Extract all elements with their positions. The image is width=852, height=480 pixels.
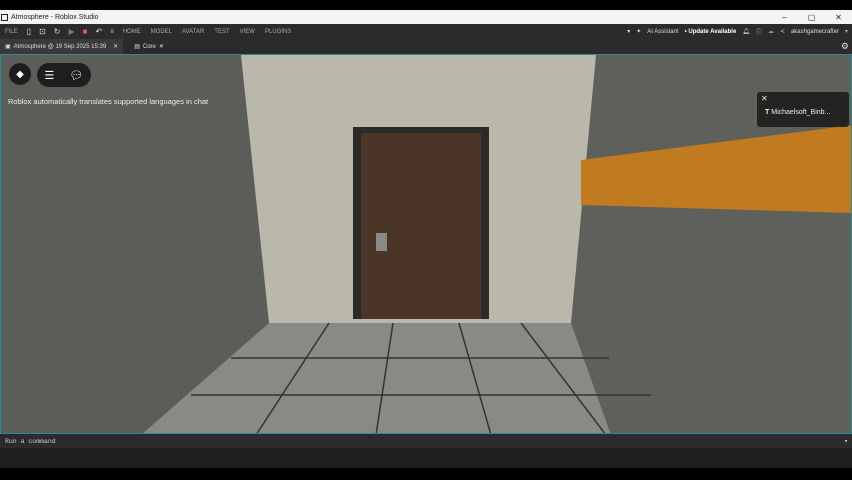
play-icon[interactable]: ▶ bbox=[68, 27, 74, 36]
chat-icon[interactable]: 💬︎ bbox=[69, 69, 83, 82]
script-icon: ▤ bbox=[134, 44, 140, 50]
topbar-pill: ☰ 💬︎ bbox=[37, 63, 91, 87]
tab-core[interactable]: ▤ Core ✕ bbox=[129, 39, 169, 54]
user-chevron-icon[interactable]: ▾ bbox=[845, 28, 848, 35]
menu-plugins[interactable]: PLUGINS bbox=[265, 29, 291, 35]
player-name: Michaelsoft_Binb... bbox=[771, 109, 831, 116]
maximize-button[interactable]: ▢ bbox=[798, 13, 825, 22]
command-bar[interactable]: Run a command ▾ bbox=[0, 434, 852, 448]
menu-home[interactable]: HOME bbox=[123, 29, 141, 35]
update-available-button[interactable]: • Update Available bbox=[685, 29, 737, 35]
game-viewport[interactable]: ◆ ☰ 💬︎ Roblox automatically translates s… bbox=[0, 54, 852, 434]
file-menu[interactable]: FILE bbox=[5, 29, 18, 35]
command-input[interactable]: Run a command bbox=[5, 438, 56, 445]
roblox-logo-icon: ◆ bbox=[16, 68, 24, 80]
menu-view[interactable]: VIEW bbox=[240, 29, 255, 35]
menu-test[interactable]: TEST bbox=[214, 29, 229, 35]
new-file-icon[interactable]: ▯ bbox=[27, 27, 31, 36]
scene-3d bbox=[1, 55, 851, 433]
user-menu[interactable]: akashgamecrafter bbox=[791, 29, 839, 35]
share-icon[interactable]: ≺ bbox=[780, 28, 785, 35]
notification-close-icon[interactable]: ✕ bbox=[761, 94, 768, 103]
ai-sparkle-icon: ✦ bbox=[636, 29, 642, 35]
tab-close-icon[interactable]: ✕ bbox=[113, 43, 118, 50]
door bbox=[361, 133, 481, 319]
command-dropdown-icon[interactable]: ▾ bbox=[844, 437, 852, 445]
notifications-icon[interactable]: 🔔︎ bbox=[742, 28, 750, 35]
tab-label: Atmosphere @ 19 Sep 2025 15:39 bbox=[13, 43, 107, 50]
settings-gear-icon[interactable]: ⚙ bbox=[841, 41, 852, 52]
undo-icon[interactable]: ↶ bbox=[95, 27, 102, 36]
hamburger-menu-icon[interactable]: ☰ bbox=[45, 69, 55, 82]
cloud-icon[interactable]: ☁ bbox=[768, 28, 774, 35]
more-icon[interactable]: ≡ bbox=[110, 29, 114, 35]
open-file-icon[interactable]: ⊡ bbox=[39, 27, 46, 36]
close-button[interactable]: ✕ bbox=[825, 13, 852, 22]
menu-avatar[interactable]: AVATAR bbox=[182, 29, 204, 35]
redo-icon[interactable]: ↻ bbox=[54, 27, 61, 36]
tab-bar: ▣ Atmosphere @ 19 Sep 2025 15:39 ✕ ▤ Cor… bbox=[0, 39, 852, 54]
roblox-studio-logo-icon bbox=[1, 13, 8, 21]
door-handle bbox=[376, 233, 387, 251]
place-icon: ▣ bbox=[5, 44, 11, 50]
tab-atmosphere[interactable]: ▣ Atmosphere @ 19 Sep 2025 15:39 ✕ bbox=[0, 39, 124, 54]
toolbar: FILE ▯ ⊡ ↻ ▶ ■ ↶ ≡ HOME MODEL AVATAR TES… bbox=[0, 24, 852, 39]
chevron-down-icon[interactable]: ▾ bbox=[627, 28, 630, 35]
menu-model[interactable]: MODEL bbox=[151, 29, 172, 35]
minimize-button[interactable]: – bbox=[771, 13, 798, 22]
ai-assistant-button[interactable]: AI Assistant bbox=[647, 29, 678, 35]
help-icon[interactable]: ⓘ bbox=[756, 27, 762, 36]
status-area bbox=[0, 448, 852, 468]
tab-label: Core bbox=[142, 43, 156, 50]
title-bar: Atmosphere - Roblox Studio – ▢ ✕ bbox=[0, 10, 852, 24]
roblox-menu-button[interactable]: ◆ bbox=[9, 63, 31, 85]
chat-translation-notice: Roblox automatically translates supporte… bbox=[8, 97, 209, 106]
tab-close-icon[interactable]: ✕ bbox=[159, 43, 164, 50]
stop-icon[interactable]: ■ bbox=[83, 27, 88, 36]
player-notification: ✕ T Michaelsoft_Binb... bbox=[757, 92, 849, 127]
window-title: Atmosphere - Roblox Studio bbox=[11, 13, 99, 21]
